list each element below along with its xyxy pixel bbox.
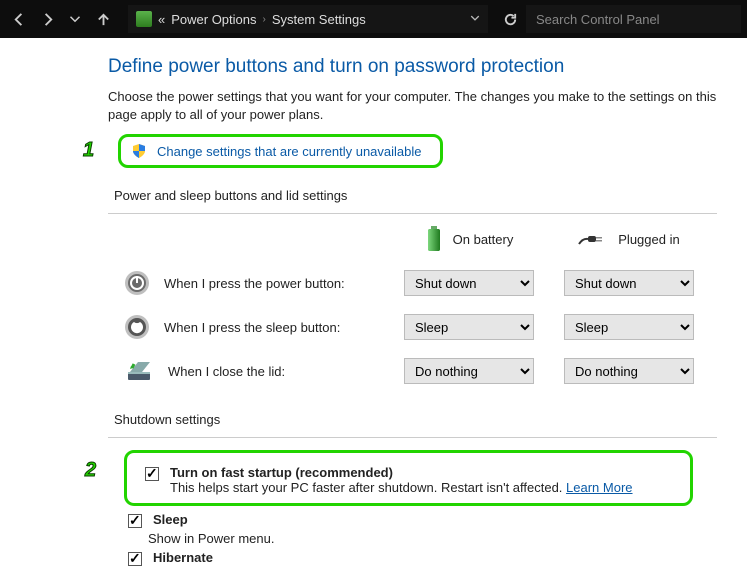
annotation-1: 1 <box>83 139 94 162</box>
fast-startup-box: 2 Turn on fast startup (recommended) Thi… <box>124 450 693 506</box>
uac-shield-icon <box>131 143 147 159</box>
hibernate-checkbox[interactable] <box>128 552 142 566</box>
sleep-button-plugged-select[interactable]: Sleep <box>564 314 694 340</box>
refresh-button[interactable] <box>496 5 524 33</box>
content-area: Define power buttons and turn on passwor… <box>0 38 747 569</box>
breadcrumb-item[interactable]: System Settings <box>272 12 366 27</box>
hibernate-label: Hibernate <box>153 550 213 565</box>
lid-icon <box>124 360 154 382</box>
control-panel-icon <box>136 11 152 27</box>
nav-back-button[interactable] <box>6 6 32 32</box>
sleep-button-battery-select[interactable]: Sleep <box>404 314 534 340</box>
titlebar: « Power Options › System Settings Search… <box>0 0 747 38</box>
setting-row-lid: When I close the lid: Do nothing Do noth… <box>124 358 717 384</box>
divider <box>108 437 717 438</box>
breadcrumb-item[interactable]: Power Options <box>171 12 256 27</box>
nav-up-button[interactable] <box>90 6 116 32</box>
search-placeholder: Search Control Panel <box>536 12 660 27</box>
setting-label-text: When I press the sleep button: <box>164 320 340 335</box>
annotation-2: 2 <box>85 459 96 482</box>
page-title: Define power buttons and turn on passwor… <box>108 56 717 78</box>
column-header-plugged: Plugged in <box>618 232 679 247</box>
address-bar[interactable]: « Power Options › System Settings <box>128 5 488 33</box>
lid-battery-select[interactable]: Do nothing <box>404 358 534 384</box>
setting-row-power-button: When I press the power button: Shut down… <box>124 270 717 296</box>
nav-history-button[interactable] <box>62 6 88 32</box>
change-settings-link-box: 1 Change settings that are currently una… <box>118 134 443 168</box>
setting-label-text: When I close the lid: <box>168 364 285 379</box>
battery-icon <box>425 226 443 252</box>
fast-startup-option: Turn on fast startup (recommended) This … <box>141 465 676 495</box>
search-input[interactable]: Search Control Panel <box>526 5 741 33</box>
fast-startup-label: Turn on fast startup (recommended) <box>170 465 393 480</box>
column-headers: On battery Plugged in <box>124 226 717 252</box>
fast-startup-subtext: This helps start your PC faster after sh… <box>170 480 566 495</box>
hibernate-option: Hibernate <box>124 550 717 569</box>
sleep-label: Sleep <box>153 512 188 527</box>
divider <box>108 213 717 214</box>
power-button-icon <box>124 270 150 296</box>
plug-icon <box>578 232 608 246</box>
address-dropdown-button[interactable] <box>470 12 480 26</box>
power-button-plugged-select[interactable]: Shut down <box>564 270 694 296</box>
power-button-battery-select[interactable]: Shut down <box>404 270 534 296</box>
page-description: Choose the power settings that you want … <box>108 88 717 124</box>
section-title: Shutdown settings <box>114 412 717 427</box>
change-settings-link[interactable]: Change settings that are currently unava… <box>157 144 422 159</box>
chevron-right-icon: › <box>263 14 266 25</box>
breadcrumb-overflow[interactable]: « <box>158 12 165 27</box>
column-header-battery: On battery <box>453 232 514 247</box>
learn-more-link[interactable]: Learn More <box>566 480 632 495</box>
setting-row-sleep-button: When I press the sleep button: Sleep Sle… <box>124 314 717 340</box>
fast-startup-checkbox[interactable] <box>145 467 159 481</box>
setting-label-text: When I press the power button: <box>164 276 345 291</box>
lid-plugged-select[interactable]: Do nothing <box>564 358 694 384</box>
nav-forward-button[interactable] <box>34 6 60 32</box>
sleep-subtext: Show in Power menu. <box>148 531 717 546</box>
section-title: Power and sleep buttons and lid settings <box>114 188 717 203</box>
sleep-option: Sleep <box>124 512 717 531</box>
sleep-checkbox[interactable] <box>128 514 142 528</box>
sleep-button-icon <box>124 314 150 340</box>
